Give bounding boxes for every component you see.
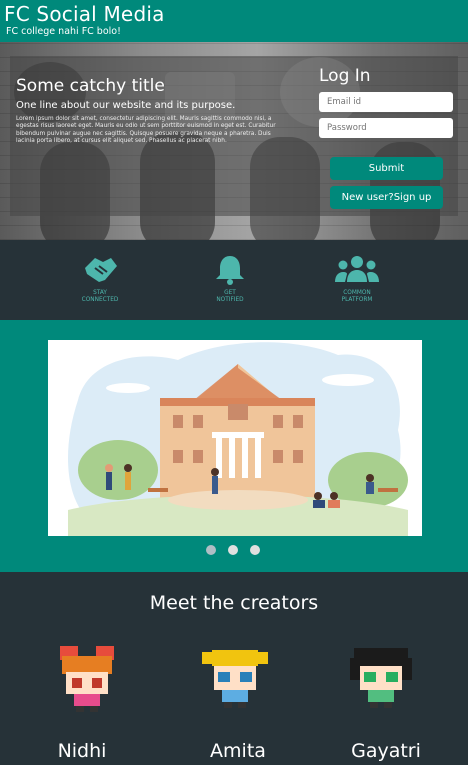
hero-subtitle: One line about our website and its purpo… [16,100,236,111]
creator-avatar-amita [202,650,268,708]
carousel-section [0,320,468,572]
feature-label: CONNECTED [81,297,119,303]
brand-name[interactable]: FC Social Media [4,2,165,26]
signup-button[interactable]: New user?Sign up [330,186,443,209]
creator-avatar-gayatri [350,648,412,708]
handshake-icon [85,258,117,282]
feature-label: NOTIFIED [216,297,244,303]
creators-title: Meet the creators [149,592,319,614]
carousel-dot-2[interactable] [228,545,238,555]
feature-label: STAY [93,290,107,296]
brand-tagline: FC college nahi FC bolo! [6,26,121,37]
hero-body-text: Lorem ipsum dolor sit amet, consectetur … [16,116,276,145]
bell-icon [216,256,244,285]
features-strip: STAY CONNECTED GET NOTIFIED COMMON PLATFORM [0,240,468,320]
password-field[interactable] [319,118,453,138]
creator-name-3: Gayatri [351,740,421,762]
hero-section: Some catchy title One line about our web… [0,42,468,240]
carousel-dot-1[interactable] [206,545,216,555]
carousel-dot-3[interactable] [250,545,260,555]
feature-stay-connected: STAY CONNECTED [55,254,145,304]
creators-section: Meet the creators Nidhi Amita Gayatri [0,572,468,765]
feature-label: PLATFORM [341,297,373,303]
feature-common-platform: COMMON PLATFORM [312,254,402,304]
creator-name-1: Nidhi [57,740,107,762]
feature-label: COMMON [343,290,371,296]
users-icon [335,256,379,282]
creator-avatar-nidhi [60,646,114,712]
feature-label: GET [224,290,236,296]
hero-title: Some catchy title [16,76,165,96]
feature-get-notified: GET NOTIFIED [185,254,275,304]
email-field[interactable] [319,92,453,112]
submit-button[interactable]: Submit [330,157,443,180]
carousel-slide[interactable] [48,340,422,536]
college-illustration [68,342,408,536]
login-title: Log In [319,66,371,86]
creator-name-2: Amita [210,740,266,762]
top-header: FC Social Media FC college nahi FC bolo! [0,0,468,42]
